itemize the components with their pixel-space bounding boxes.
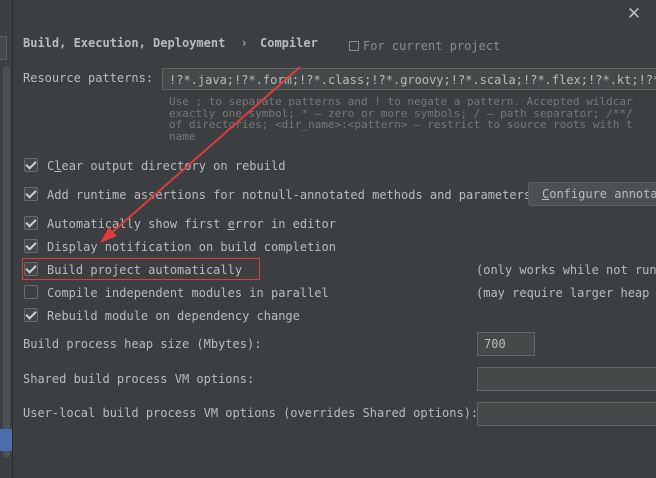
annotation-arrow [100,66,301,243]
